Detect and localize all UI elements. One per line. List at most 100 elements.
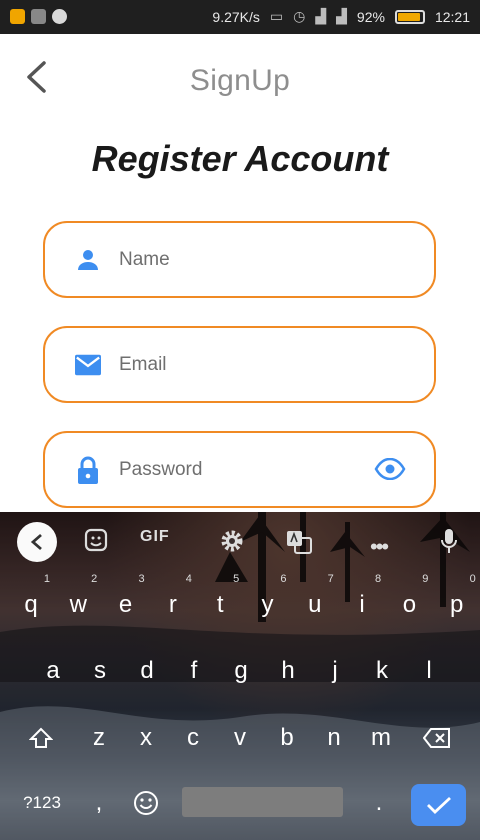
comma-key[interactable]: , [76,778,122,828]
email-field[interactable] [43,326,436,403]
clock: 12:21 [434,8,470,25]
eye-icon[interactable] [374,457,406,485]
shift-key[interactable] [18,713,64,763]
key-hint-number: 0 [469,573,476,585]
key-c[interactable]: c [170,713,216,763]
signal-2-icon: ▟ [336,8,347,24]
page-title: SignUp [189,64,291,97]
key-label: k [376,657,388,684]
battery-percent: 92% [356,8,385,25]
key-label: j [332,657,338,684]
shift-icon [28,727,54,748]
symbols-key[interactable]: ?123 [14,778,70,828]
key-label: b [280,724,294,751]
key-z[interactable]: z [76,713,122,763]
key-label: d [140,657,154,684]
microphone-icon [441,529,457,553]
keyboard-row-2: as d fgh j k l [0,646,480,696]
voice-input-button[interactable] [440,528,458,554]
key-label: m [371,724,391,751]
settings-button[interactable] [219,528,245,554]
password-field[interactable] [43,431,436,508]
key-v[interactable]: v [217,713,263,763]
key-hint-number: 3 [138,573,145,585]
translate-button[interactable] [286,530,312,554]
key-label: u [308,591,322,618]
keyboard-collapse-button[interactable] [17,522,57,562]
notification-icons [10,9,67,24]
key-label: n [327,724,341,751]
key-hint-number: 4 [185,573,192,585]
key-q[interactable]: q1 [8,574,54,630]
key-label: i [359,591,365,618]
key-hint-number: 9 [422,573,429,585]
key-e[interactable]: e3 [103,574,149,630]
key-t[interactable]: t5 [197,574,243,630]
key-b[interactable]: b [264,713,310,763]
key-hint-number: 5 [233,573,240,585]
sticker-button[interactable] [84,528,108,552]
key-label: z [93,724,105,751]
key-n[interactable]: n [311,713,357,763]
key-label: h [281,657,295,684]
keyboard-row-1: q1w2e3r4t5y6u7i8o9p0 [0,574,480,630]
register-heading: Register Account [91,138,389,179]
key-d[interactable]: d [124,646,170,696]
key-hint-number: 6 [280,573,287,585]
name-field[interactable] [43,221,436,298]
key-y[interactable]: y6 [245,574,291,630]
alarm-icon: ◷ [293,8,306,24]
key-i[interactable]: i8 [339,574,385,630]
emoji-icon [134,791,158,815]
key-label: l [426,657,432,684]
more-button[interactable]: ••• [370,534,389,560]
key-label: p [450,591,464,618]
period-key[interactable]: . [356,778,402,828]
key-u[interactable]: u7 [292,574,338,630]
key-label: e [118,591,133,618]
key-f[interactable]: f [171,646,217,696]
mail-icon [75,352,101,378]
key-k[interactable]: k [359,646,405,696]
backspace-key[interactable] [414,713,460,763]
key-s[interactable]: s [77,646,123,696]
lock-icon [75,456,101,484]
keyboard-toolbar: GIF ••• [0,512,480,570]
person-icon [75,247,101,273]
key-j[interactable]: j [312,646,358,696]
key-label: f [190,657,198,684]
key-x[interactable]: x [123,713,169,763]
key-a[interactable]: a [30,646,76,696]
gif-button[interactable]: GIF [140,528,170,546]
key-g[interactable]: g [218,646,264,696]
key-p[interactable]: p0 [434,574,480,630]
translate-icon [287,531,312,554]
key-hint-number: 8 [374,573,382,585]
key-label: s [94,657,106,684]
key-m[interactable]: m [358,713,404,763]
key-label: q [24,591,38,618]
done-key[interactable] [411,784,466,826]
name-input[interactable] [119,248,359,271]
key-w[interactable]: w2 [55,574,101,630]
emoji-key[interactable] [123,778,169,828]
password-input[interactable] [119,458,359,481]
key-label: x [140,724,152,751]
space-key[interactable] [182,787,343,817]
key-label: w [69,591,87,618]
checkmark-icon [426,796,451,814]
chevron-left-icon [30,533,42,551]
key-o[interactable]: o9 [386,574,432,630]
soft-keyboard: GIF ••• q1w2e3r4t5y6u7i8o9p0 asdfghjkl z… [0,512,480,840]
key-label: v [234,724,246,751]
more-icon: ••• [370,534,389,559]
key-h[interactable]: h [265,646,311,696]
email-input[interactable] [119,353,359,376]
key-label: c [187,724,199,751]
key-hint-number: 2 [91,573,98,585]
signal-icon: ▟ [315,8,327,24]
key-l[interactable]: l [406,646,452,696]
key-label: t [216,591,224,618]
key-r[interactable]: r4 [150,574,196,630]
key-label: o [402,591,417,618]
